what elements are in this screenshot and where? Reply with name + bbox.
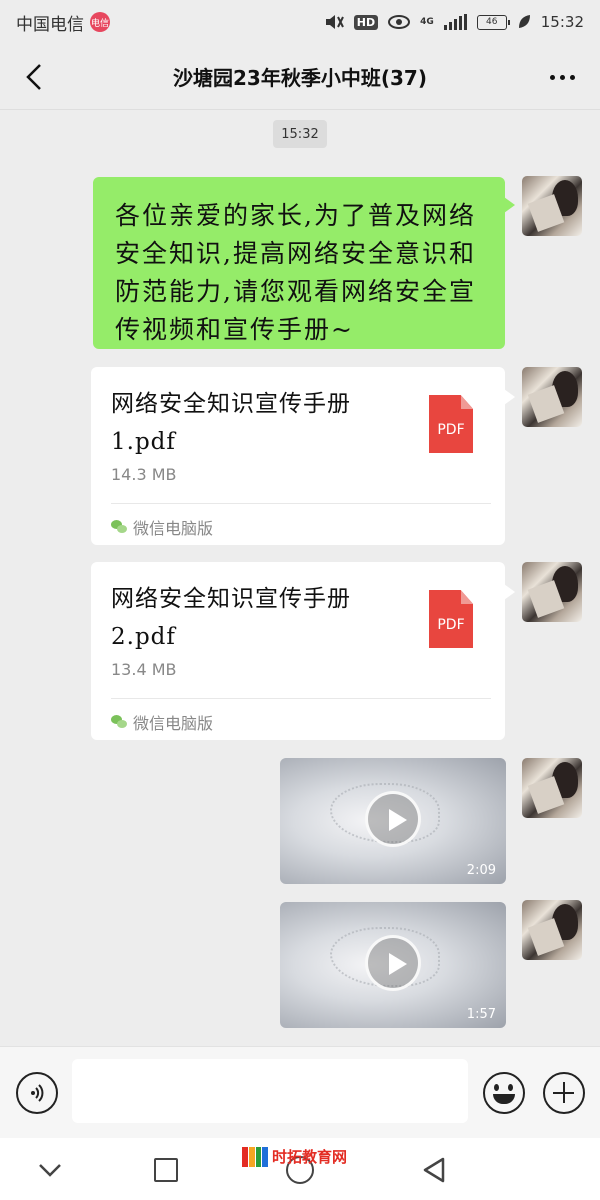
voice-icon xyxy=(31,1084,44,1102)
carrier-badge-icon: 电信 xyxy=(90,12,110,32)
file-size: 14.3 MB xyxy=(111,465,177,484)
avatar[interactable] xyxy=(522,562,582,622)
file-name: 网络安全知识宣传手册2.pdf xyxy=(111,586,351,650)
video-duration: 1:57 xyxy=(466,1007,496,1022)
voice-input-button[interactable] xyxy=(16,1072,58,1114)
message-input[interactable] xyxy=(72,1059,468,1123)
carrier-name: 中国电信 xyxy=(16,14,84,35)
carrier: 中国电信 电信 xyxy=(16,10,110,35)
pdf-file-icon: PDF xyxy=(429,590,473,648)
file-source: 微信电脑版 xyxy=(111,710,213,734)
chat-header: 沙塘园23年秋季小中班(37) xyxy=(0,44,600,110)
eye-icon xyxy=(388,15,411,29)
leaf-icon xyxy=(518,15,530,28)
triangle-back-icon xyxy=(423,1157,445,1183)
more-actions-button[interactable] xyxy=(543,1072,585,1114)
avatar[interactable] xyxy=(522,176,582,236)
watermark: 时拓教育网 xyxy=(242,1146,347,1167)
square-icon xyxy=(154,1158,178,1182)
status-time: 15:32 xyxy=(540,13,584,31)
avatar[interactable] xyxy=(522,758,582,818)
recent-apps-button[interactable] xyxy=(146,1150,186,1190)
wechat-icon xyxy=(111,715,127,729)
back-arrow-icon xyxy=(26,64,41,90)
file-source-label: 微信电脑版 xyxy=(133,519,214,538)
wechat-icon xyxy=(111,520,127,534)
network-type: 4G xyxy=(420,16,434,27)
chevron-down-icon xyxy=(39,1164,61,1177)
hd-icon: HD xyxy=(353,14,379,30)
file-source-label: 微信电脑版 xyxy=(133,714,214,733)
book-logo-icon xyxy=(242,1146,268,1167)
pdf-file-icon: PDF xyxy=(429,395,473,453)
back-button[interactable] xyxy=(14,54,54,100)
file-source: 微信电脑版 xyxy=(111,515,213,539)
avatar[interactable] xyxy=(522,900,582,960)
chat-title: 沙塘园23年秋季小中班(37) xyxy=(173,66,427,90)
video-message[interactable]: 2:09 xyxy=(280,758,506,884)
signal-icon xyxy=(443,14,467,30)
video-duration: 2:09 xyxy=(466,863,496,878)
emoji-button[interactable] xyxy=(483,1072,525,1114)
nav-back-button[interactable] xyxy=(414,1150,454,1190)
file-message-card[interactable]: 网络安全知识宣传手册2.pdf 13.4 MB PDF 微信电脑版 xyxy=(91,562,515,740)
video-message[interactable]: 1:57 xyxy=(280,902,506,1028)
more-options-button[interactable] xyxy=(542,54,582,100)
file-size: 13.4 MB xyxy=(111,660,177,679)
avatar[interactable] xyxy=(522,367,582,427)
card-divider xyxy=(111,503,491,504)
input-bar xyxy=(0,1046,600,1138)
status-icons: HD 4G 46 15:32 xyxy=(324,13,584,31)
file-name: 网络安全知识宣传手册1.pdf xyxy=(111,391,351,455)
system-nav-bar: 时拓教育网 xyxy=(0,1138,600,1200)
chat-area[interactable]: 15:32 各位亲爱的家长,为了普及网络安全知识,提高网络安全意识和防范能力,请… xyxy=(0,110,600,1046)
card-divider xyxy=(111,698,491,699)
file-message-card[interactable]: 网络安全知识宣传手册1.pdf 14.3 MB PDF 微信电脑版 xyxy=(91,367,515,545)
watermark-text: 时拓教育网 xyxy=(272,1148,348,1166)
text-message-bubble[interactable]: 各位亲爱的家长,为了普及网络安全知识,提高网络安全意识和防范能力,请您观看网络安… xyxy=(93,177,515,349)
message-timestamp: 15:32 xyxy=(273,120,327,148)
nav-down-button[interactable] xyxy=(30,1150,70,1190)
play-icon[interactable] xyxy=(365,791,421,847)
play-icon[interactable] xyxy=(365,935,421,991)
battery-icon: 46 xyxy=(476,14,510,30)
status-bar: 中国电信 电信 HD 4G 46 15:32 xyxy=(0,0,600,44)
mute-icon xyxy=(325,15,344,29)
more-icon xyxy=(549,74,555,80)
